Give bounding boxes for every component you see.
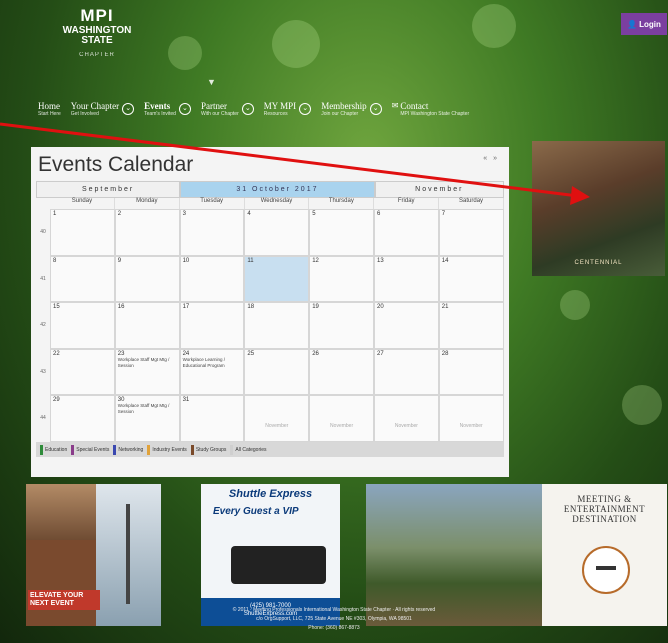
footer-address: c/o OrgSupport, LLC, 725 State Avenue NE… (256, 616, 412, 622)
banner-title: MEETING & ENTERTAINMENT DESTINATION (563, 494, 646, 524)
site-footer: © 2011 · Meeting Professionals Internati… (0, 606, 668, 633)
sponsor-banner-seattle[interactable]: ELEVATE YOUR NEXT EVENT (26, 484, 161, 626)
bus-image (231, 546, 326, 584)
sponsor-banner-resort-photo[interactable] (366, 484, 542, 626)
seal-icon (582, 546, 630, 594)
banner-slogan: Every Guest a VIP (213, 506, 299, 517)
sponsor-banner-destination[interactable]: MEETING & ENTERTAINMENT DESTINATION (542, 484, 667, 626)
banner-brand: Shuttle Express (228, 488, 313, 500)
space-needle-shape (126, 504, 130, 604)
sponsor-banner-shuttle[interactable]: Shuttle Express Every Guest a VIP (425) … (201, 484, 340, 626)
banner-photo (26, 484, 96, 540)
footer-phone: Phone: (360) 867-8873 (308, 625, 360, 631)
footer-copyright: © 2011 · Meeting Professionals Internati… (232, 607, 436, 613)
